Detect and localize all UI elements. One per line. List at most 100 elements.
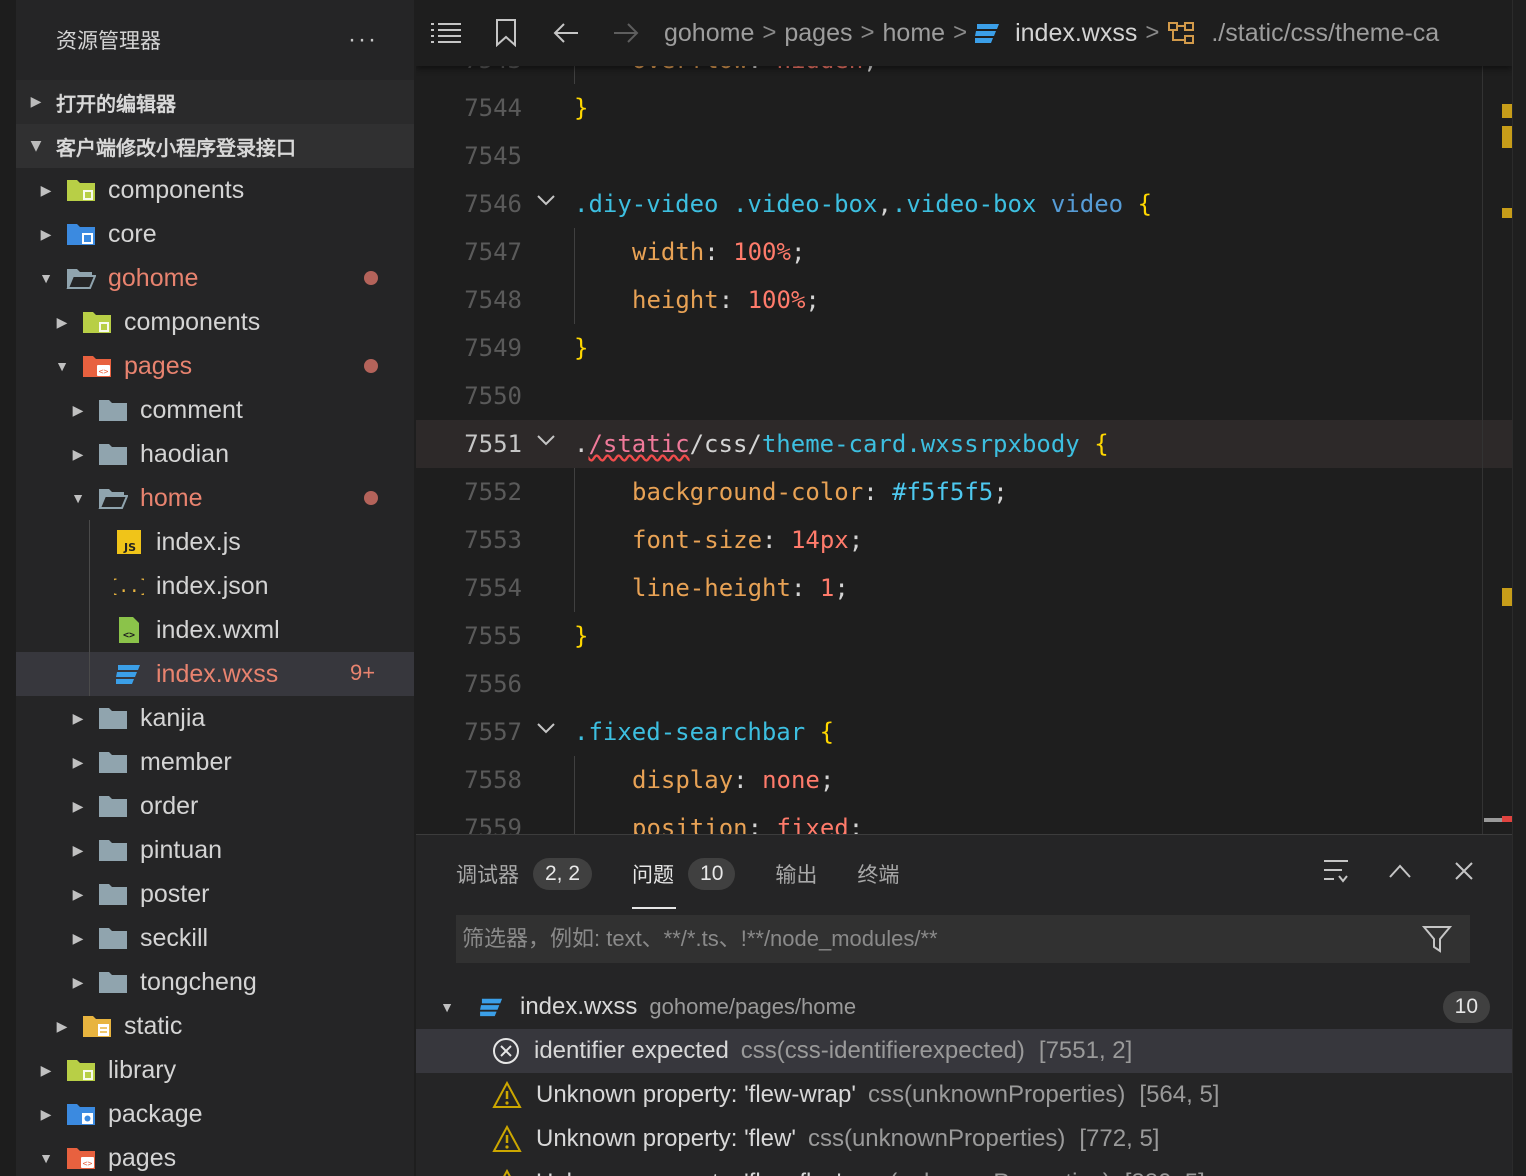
tab-terminal[interactable]: 终端 xyxy=(857,849,899,899)
tree-item-core[interactable]: ▶ core xyxy=(16,212,414,256)
tree-item-index-js[interactable]: JS index.js xyxy=(16,520,414,564)
tree-item-static[interactable]: ▶ static xyxy=(16,1004,414,1048)
project-label: 客户端修改小程序登录接口 xyxy=(56,135,296,160)
code-line[interactable]: 7558 display: none; xyxy=(416,756,1512,804)
code-token: } xyxy=(574,622,589,650)
problem-source: css(unknownProperties) xyxy=(807,1125,1066,1152)
wxml-file-icon: <> xyxy=(114,617,144,643)
line-number: 7544 xyxy=(464,94,522,122)
tree-item-label: order xyxy=(140,791,199,820)
tab-debugger[interactable]: 调试器 2, 2 xyxy=(456,849,593,899)
folder-icon xyxy=(98,442,128,466)
fold-chevron-icon[interactable] xyxy=(536,708,556,756)
tree-item-comment[interactable]: ▶ comment xyxy=(16,388,414,432)
problem-message: Unknown property: 'flew-wrap' xyxy=(536,1081,856,1108)
problem-row[interactable]: identifier expected css(css-identifierexp… xyxy=(416,1029,1512,1073)
code-line[interactable]: 7545 xyxy=(416,132,1512,180)
tree-item-index-wxml[interactable]: <> index.wxml xyxy=(16,608,414,652)
overview-ruler[interactable] xyxy=(1482,66,1483,834)
tree-item-gohome[interactable]: ▼ gohome xyxy=(16,256,414,300)
code-token: background-color xyxy=(632,478,864,506)
tree-item-poster[interactable]: ▶ poster xyxy=(16,872,414,916)
tree-item-components[interactable]: ▶ components xyxy=(16,168,414,212)
code-line[interactable]: 7552 background-color: #f5f5f5; xyxy=(416,468,1512,516)
back-arrow-icon[interactable] xyxy=(536,0,596,66)
tree-item-haodian[interactable]: ▶ haodian xyxy=(16,432,414,476)
filter-icon[interactable] xyxy=(1421,925,1453,958)
symbol-icon xyxy=(1167,20,1197,46)
tree-item-order[interactable]: ▶ order xyxy=(16,784,414,828)
tree-item-index-json[interactable]: {..} index.json xyxy=(16,564,414,608)
code-line[interactable]: 7548 height: 100%; xyxy=(416,276,1512,324)
code-area[interactable]: 7543overflow: hidden;7544}75457546.diy-v… xyxy=(416,36,1512,834)
code-line[interactable]: 7549} xyxy=(416,324,1512,372)
tree-item-kanjia[interactable]: ▶ kanjia xyxy=(16,696,414,740)
line-number: 7546 xyxy=(464,190,522,218)
fold-chevron-icon[interactable] xyxy=(536,180,556,228)
tree-item-pintuan[interactable]: ▶ pintuan xyxy=(16,828,414,872)
code-line[interactable]: 7557 .fixed-searchbar { xyxy=(416,708,1512,756)
open-editors-section[interactable]: ▶ 打开的编辑器 xyxy=(16,80,414,124)
breadcrumb-pages[interactable]: pages xyxy=(784,19,852,48)
tree-item-tongcheng[interactable]: ▶ tongcheng xyxy=(16,960,414,1004)
code-line[interactable]: 7546 .diy-video .video-box,.video-box vid… xyxy=(416,180,1512,228)
code-line[interactable]: 7553 font-size: 14px; xyxy=(416,516,1512,564)
code-line[interactable]: 7554 line-height: 1; xyxy=(416,564,1512,612)
close-icon[interactable] xyxy=(1446,853,1482,889)
list-icon[interactable] xyxy=(416,0,476,66)
code-text: .diy-video .video-box,.video-box video { xyxy=(574,180,1152,228)
file-tree: ▶ components ▶ core ▼ gohome ▶ components ▼ <> pag… xyxy=(16,168,414,1176)
line-number: 7548 xyxy=(464,286,522,314)
code-line[interactable]: 7559 position: fixed; xyxy=(416,804,1512,834)
tree-item-label: library xyxy=(108,1055,177,1084)
tree-item-package[interactable]: ▶ package xyxy=(16,1092,414,1136)
tree-item-label: index.js xyxy=(156,527,241,556)
code-token: : xyxy=(863,478,893,506)
indent-guide xyxy=(89,564,90,608)
line-number: 7559 xyxy=(464,814,522,834)
tree-item-home[interactable]: ▼ home xyxy=(16,476,414,520)
tree-item-label: pages xyxy=(108,1143,177,1172)
filter-input[interactable] xyxy=(462,926,1402,952)
collapse-all-icon[interactable] xyxy=(1318,853,1354,889)
breadcrumb-symbol[interactable]: ./static/css/theme-ca xyxy=(1211,19,1439,48)
problem-row[interactable]: Unknown property: 'flew-flex' css(unknown… xyxy=(416,1161,1512,1176)
fold-chevron-icon[interactable] xyxy=(536,420,556,468)
problem-row[interactable]: Unknown property: 'flew' css(unknownPrope… xyxy=(416,1117,1512,1161)
tree-item-pages[interactable]: ▼ <> pages xyxy=(16,344,414,388)
tree-item-library[interactable]: ▶ library xyxy=(16,1048,414,1092)
tree-item-components[interactable]: ▶ components xyxy=(16,300,414,344)
problem-file-row[interactable]: ▼ index.wxss gohome/pages/home 10 xyxy=(416,985,1512,1029)
code-line[interactable]: 7555} xyxy=(416,612,1512,660)
tab-problems[interactable]: 问题 10 xyxy=(632,849,736,909)
breadcrumb-file[interactable]: index.wxss xyxy=(1015,19,1137,48)
chevron-up-icon[interactable] xyxy=(1382,853,1418,889)
project-section[interactable]: ▼ 客户端修改小程序登录接口 xyxy=(16,124,414,168)
tab-output[interactable]: 输出 xyxy=(775,849,817,899)
code-line[interactable]: 7544} xyxy=(416,84,1512,132)
tree-item-pages[interactable]: ▼ <> pages xyxy=(16,1136,414,1176)
forward-arrow-icon[interactable] xyxy=(596,0,656,66)
code-line[interactable]: 7551 ./static/css/theme-card.wxssrpxbody … xyxy=(416,420,1512,468)
breadcrumb-home[interactable]: home xyxy=(883,19,946,48)
chevron-down-icon: ▼ xyxy=(39,270,53,286)
tree-item-seckill[interactable]: ▶ seckill xyxy=(16,916,414,960)
code-line[interactable]: 7547 width: 100%; xyxy=(416,228,1512,276)
svg-text:JS: JS xyxy=(123,541,136,554)
indent-guide xyxy=(574,228,575,276)
code-line[interactable]: 7550 xyxy=(416,372,1512,420)
error-icon xyxy=(492,1037,520,1065)
tree-item-index-wxss[interactable]: index.wxss 9+ xyxy=(16,652,414,696)
code-line[interactable]: 7556 xyxy=(416,660,1512,708)
problem-row[interactable]: Unknown property: 'flew-wrap' css(unknown… xyxy=(416,1073,1512,1117)
code-editor[interactable]: 7543overflow: hidden;7544}75457546.diy-v… xyxy=(416,0,1512,834)
bookmark-icon[interactable] xyxy=(476,0,536,66)
core-folder-icon xyxy=(66,222,96,246)
more-actions-icon[interactable]: ··· xyxy=(348,26,378,54)
code-text: width: 100%; xyxy=(632,228,805,276)
breadcrumb-gohome[interactable]: gohome xyxy=(664,19,754,48)
indent-guide xyxy=(574,804,575,834)
tree-item-member[interactable]: ▶ member xyxy=(16,740,414,784)
